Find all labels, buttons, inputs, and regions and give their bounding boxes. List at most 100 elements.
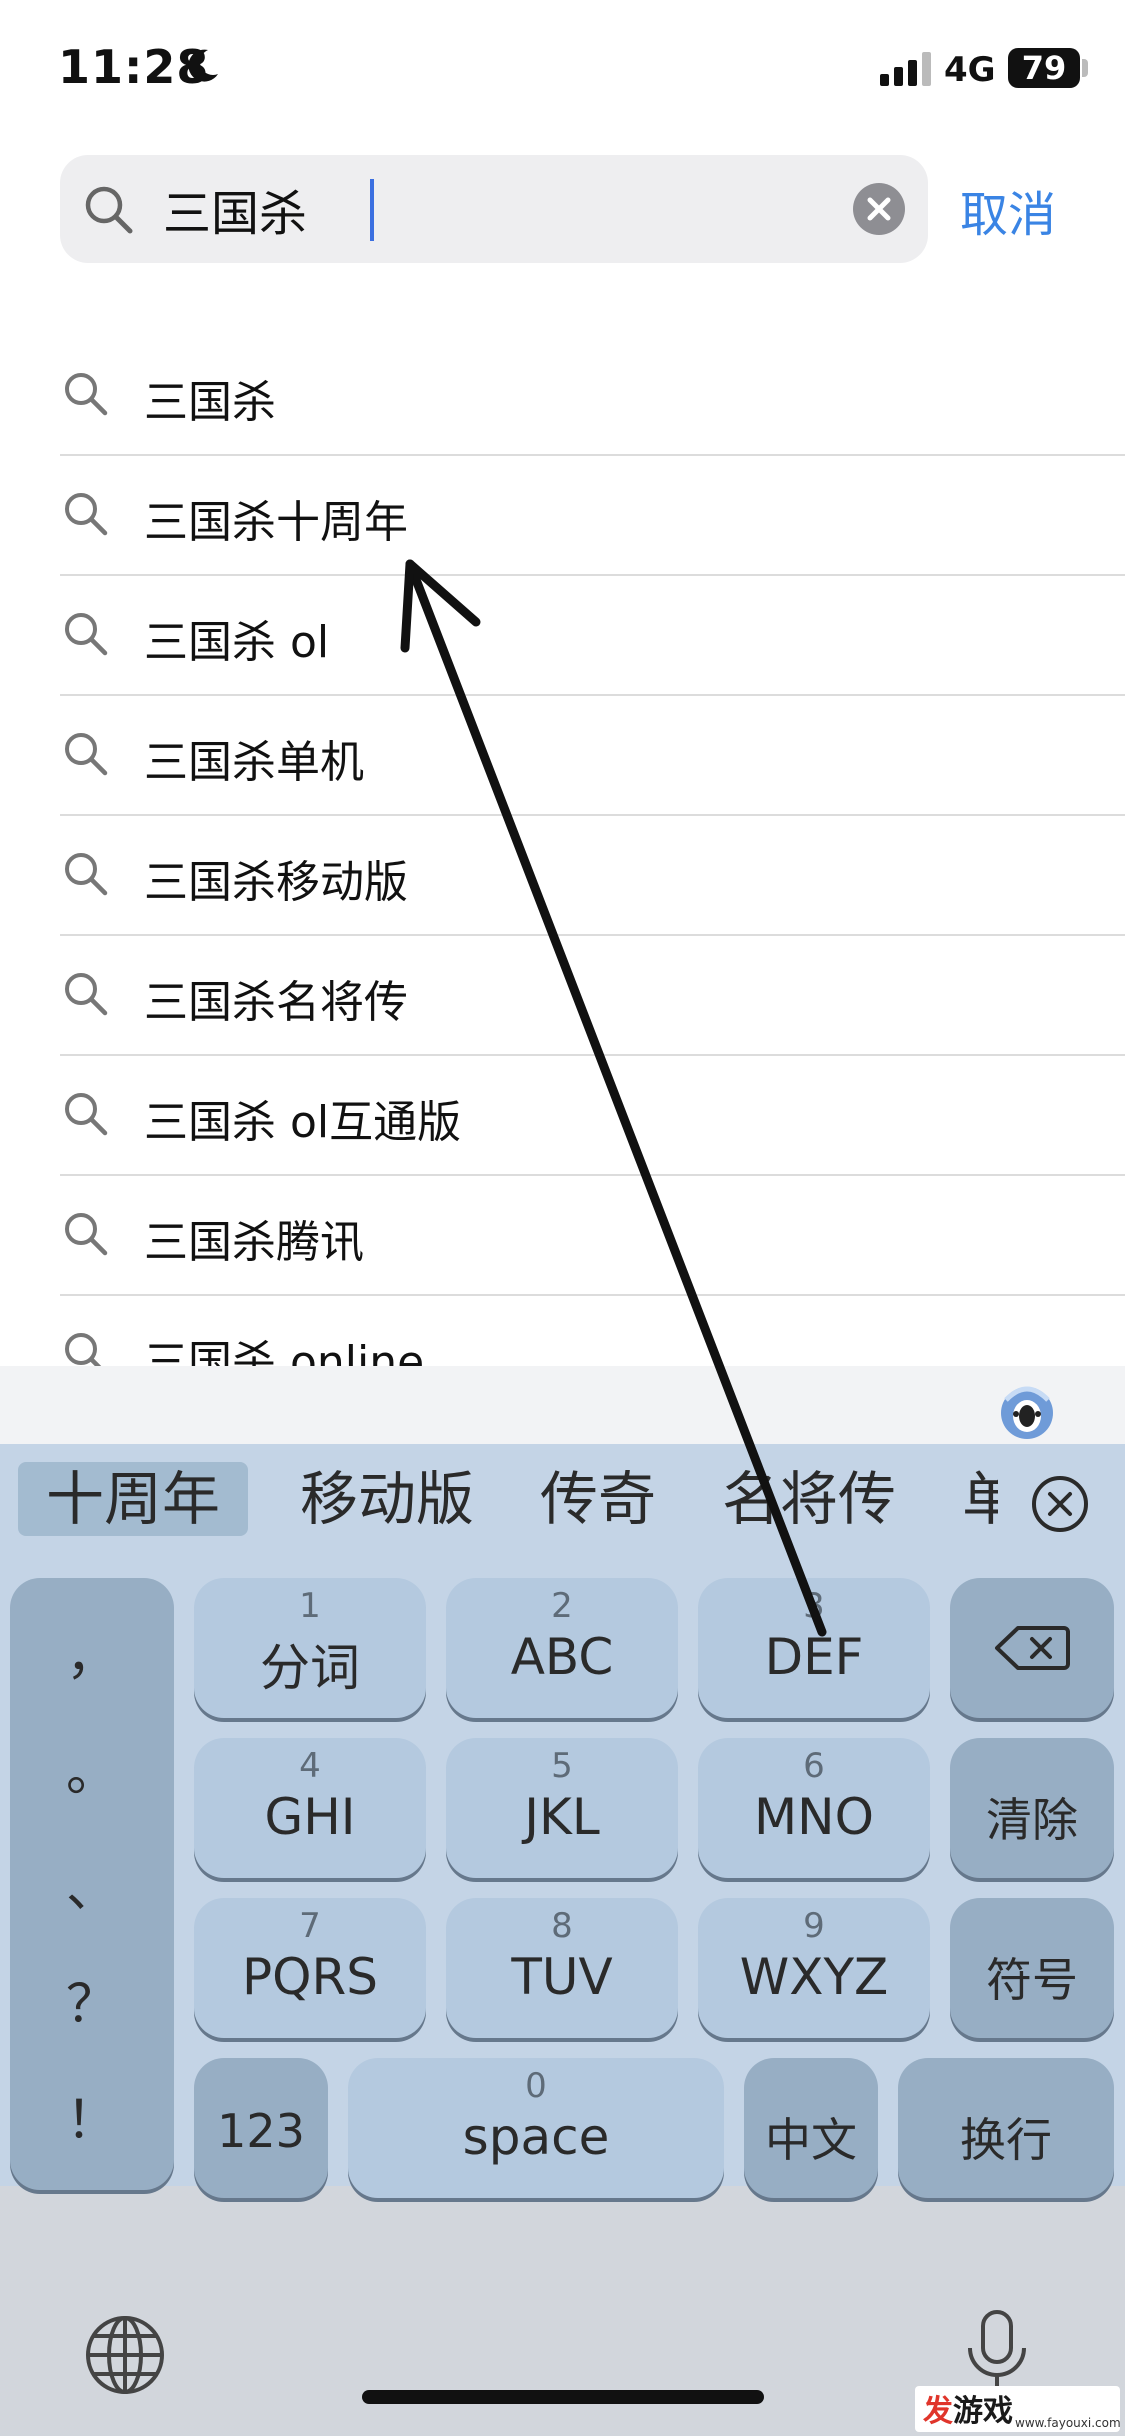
search-icon	[65, 373, 108, 416]
watermark-url: www.fayouxi.com	[1015, 2416, 1121, 2430]
search-icon	[85, 186, 133, 234]
search-icon	[65, 493, 108, 536]
cancel-button[interactable]: 取消	[960, 175, 1056, 245]
key-label: space	[462, 2108, 610, 2166]
suggestion-item[interactable]: 三国杀移动版	[60, 816, 1125, 936]
key-label: TUV	[511, 1948, 613, 2006]
key-label: 分词	[260, 1639, 360, 1697]
numbers-key[interactable]: 123	[194, 2058, 328, 2198]
key-label: JKL	[524, 1788, 600, 1846]
candidate-item[interactable]: 十周年	[18, 1462, 249, 1536]
text-caret	[370, 179, 374, 241]
key-label: 清除	[986, 1793, 1078, 1847]
home-indicator[interactable]	[362, 2390, 764, 2404]
search-icon	[65, 1213, 108, 1256]
key-number: 1	[299, 1586, 321, 1626]
suggestion-item[interactable]: 三国杀腾讯	[60, 1176, 1125, 1296]
close-candidates-icon[interactable]	[1030, 1474, 1090, 1534]
punct-key[interactable]: ，	[10, 1614, 174, 1689]
backspace-key[interactable]	[950, 1578, 1114, 1718]
key-tuv[interactable]: 8 TUV	[446, 1898, 678, 2038]
key-label: 符号	[986, 1953, 1078, 2007]
key-wxyz[interactable]: 9 WXYZ	[698, 1898, 930, 2038]
key-number: 6	[803, 1746, 825, 1786]
candidate-item[interactable]: 名将传	[722, 1462, 896, 1536]
punct-key[interactable]: 。	[10, 1730, 174, 1805]
suggestion-item[interactable]: 三国杀名将传	[60, 936, 1125, 1056]
clear-key[interactable]: 清除	[950, 1738, 1114, 1878]
suggestion-text: 三国杀名将传	[144, 977, 408, 1028]
key-area: ， 。 、 ？ ！ 1 分词 2 ABC 3 DEF 4 GHI 5 JKL 6…	[0, 1564, 1125, 2198]
watermark: 发游戏 www.fayouxi.com	[915, 2386, 1121, 2432]
candidate-item[interactable]: 移动版	[300, 1462, 474, 1536]
punct-key[interactable]: ？	[10, 1962, 174, 2037]
key-label: ABC	[510, 1628, 614, 1686]
globe-icon[interactable]	[84, 2314, 166, 2396]
punct-key[interactable]: 、	[10, 1846, 174, 1921]
key-number: 4	[299, 1746, 321, 1786]
search-icon	[65, 613, 108, 656]
key-label: 换行	[960, 2113, 1052, 2167]
symbol-key[interactable]: 符号	[950, 1898, 1114, 2038]
key-abc[interactable]: 2 ABC	[446, 1578, 678, 1718]
suggestion-text: 三国杀十周年	[144, 497, 408, 548]
battery-cap	[1082, 59, 1088, 77]
key-label: MNO	[754, 1788, 874, 1846]
clear-search-icon[interactable]	[852, 182, 906, 236]
suggestion-item[interactable]: 三国杀十周年	[60, 456, 1125, 576]
ime-logo-icon[interactable]	[996, 1382, 1058, 1440]
suggestion-text: 三国杀 online	[144, 1337, 425, 1366]
candidate-item[interactable]: 单	[962, 1462, 998, 1536]
key-fenci[interactable]: 1 分词	[194, 1578, 426, 1718]
suggestion-text: 三国杀 ol	[144, 617, 330, 668]
network-type: 4G	[944, 50, 996, 90]
suggestion-text: 三国杀单机	[144, 737, 364, 788]
search-icon	[65, 733, 108, 776]
suggestion-text: 三国杀腾讯	[144, 1217, 364, 1268]
key-number: 2	[551, 1586, 573, 1626]
language-key[interactable]: 中文	[744, 2058, 878, 2198]
key-number: 5	[551, 1746, 573, 1786]
signal-icon	[880, 52, 931, 86]
key-ghi[interactable]: 4 GHI	[194, 1738, 426, 1878]
space-key[interactable]: 0 space	[348, 2058, 724, 2198]
moon-icon	[188, 49, 218, 82]
punct-key[interactable]: ！	[10, 2078, 174, 2153]
watermark-brand: 发游戏	[923, 2394, 1013, 2429]
search-icon	[65, 1333, 102, 1366]
keyboard: 十周年 移动版 传奇 名将传 单 ， 。 、 ？ ！ 1 分词 2 ABC 3	[0, 1366, 1125, 2436]
key-label: 123	[217, 2104, 305, 2158]
key-label: 中文	[765, 2113, 857, 2167]
key-mno[interactable]: 6 MNO	[698, 1738, 930, 1878]
suggestion-item[interactable]: 三国杀 online	[60, 1296, 1125, 1366]
key-def[interactable]: 3 DEF	[698, 1578, 930, 1718]
key-label: DEF	[764, 1628, 864, 1686]
key-label: WXYZ	[739, 1948, 889, 2006]
search-input[interactable]	[155, 173, 855, 245]
keyboard-toolbar	[0, 1366, 1125, 1444]
search-box[interactable]	[60, 155, 928, 263]
status-bar: 11:28 4G 79	[0, 0, 1125, 130]
suggestion-item[interactable]: 三国杀 ol	[60, 576, 1125, 696]
battery-level: 79	[1008, 48, 1080, 88]
suggestion-text: 三国杀移动版	[144, 857, 408, 908]
return-key[interactable]: 换行	[898, 2058, 1114, 2198]
search-icon	[65, 1093, 108, 1136]
suggestion-item[interactable]: 三国杀单机	[60, 696, 1125, 816]
candidate-item[interactable]: 传奇	[540, 1462, 656, 1536]
key-number: 0	[525, 2066, 547, 2106]
punctuation-column[interactable]: ， 。 、 ？ ！	[10, 1578, 174, 2190]
key-number: 8	[551, 1906, 573, 1946]
key-jkl[interactable]: 5 JKL	[446, 1738, 678, 1878]
suggestion-item[interactable]: 三国杀 ol互通版	[60, 1056, 1125, 1176]
candidate-bar: 十周年 移动版 传奇 名将传 单	[0, 1444, 1125, 1564]
suggestion-list: 三国杀 三国杀十周年 三国杀 ol 三国杀单机 三国杀移动版 三国杀名将传 三国…	[0, 336, 1125, 1366]
key-number: 9	[803, 1906, 825, 1946]
suggestion-item[interactable]: 三国杀	[60, 336, 1125, 456]
search-icon	[65, 973, 108, 1016]
key-label: GHI	[264, 1788, 356, 1846]
suggestion-text: 三国杀	[144, 377, 276, 428]
search-icon	[65, 853, 108, 896]
backspace-icon	[995, 1626, 1070, 1670]
key-pqrs[interactable]: 7 PQRS	[194, 1898, 426, 2038]
